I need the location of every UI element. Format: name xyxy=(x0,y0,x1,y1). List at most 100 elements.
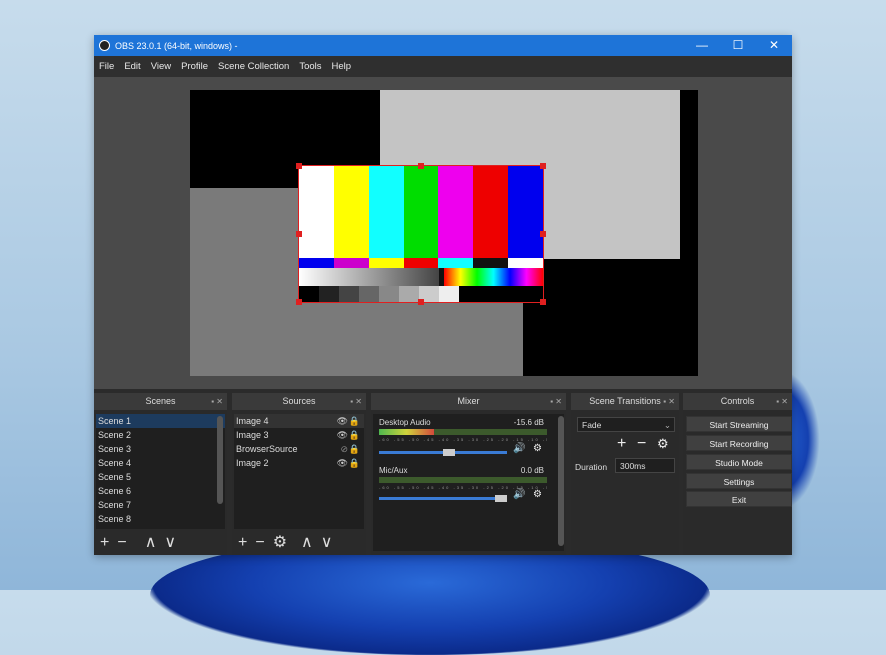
resize-handle[interactable] xyxy=(418,163,424,169)
mixer-title: Mixer xyxy=(457,396,480,406)
color-bars-source[interactable] xyxy=(296,163,546,305)
remove-source-icon[interactable]: − xyxy=(255,535,264,551)
scenes-toolbar: + − ∧ ∨ xyxy=(94,531,227,555)
move-up-icon[interactable]: ∧ xyxy=(301,535,313,551)
preview-canvas[interactable] xyxy=(190,90,698,376)
controls-title: Controls xyxy=(720,396,755,406)
lock-icon[interactable]: 🔒 xyxy=(349,442,360,456)
lock-icon[interactable]: 🔒 xyxy=(349,414,360,428)
meter-ticks: -60 -55 -50 -45 -40 -35 -30 -25 -20 -15 … xyxy=(379,437,547,442)
start-streaming-button[interactable]: Start Streaming xyxy=(686,416,792,432)
volume-knob[interactable] xyxy=(443,449,456,456)
source-settings-icon[interactable]: ⚙ xyxy=(273,535,287,551)
dock-float-close-icon[interactable]: ▪ ✕ xyxy=(550,393,562,410)
eye-icon[interactable]: 👁 xyxy=(337,456,348,470)
transition-select[interactable]: Fade ⌄ xyxy=(577,417,675,432)
source-item[interactable]: Image 2 👁 🔒 xyxy=(234,456,364,470)
duration-value: 300ms xyxy=(620,461,646,471)
scene-item[interactable]: Scene 2 xyxy=(96,428,225,442)
speaker-icon[interactable]: 🔊 xyxy=(513,489,525,500)
start-recording-button[interactable]: Start Recording xyxy=(686,435,792,451)
sources-list[interactable]: Image 4 👁 🔒 Image 3 👁 🔒 BrowserSource ⊘ … xyxy=(234,414,364,529)
scenes-scrollbar[interactable] xyxy=(217,416,223,504)
mixer-scrollbar[interactable] xyxy=(558,416,564,546)
scene-item[interactable]: Scene 4 xyxy=(96,456,225,470)
scene-item[interactable]: Scene 6 xyxy=(96,484,225,498)
mixer-dock: Mixer ▪ ✕ Desktop Audio -15.6 dB -60 -55… xyxy=(371,393,566,555)
scene-item[interactable]: Scene 8 xyxy=(96,512,225,526)
exit-button[interactable]: Exit xyxy=(686,491,792,507)
lock-icon[interactable]: 🔒 xyxy=(349,456,360,470)
source-item[interactable]: Image 4 👁 🔒 xyxy=(234,414,364,428)
maximize-button[interactable]: ☐ xyxy=(720,35,756,56)
gear-icon[interactable]: ⚙ xyxy=(657,436,669,452)
scene-item[interactable]: Scene 7 xyxy=(96,498,225,512)
eye-icon[interactable]: 👁 xyxy=(337,428,348,442)
add-transition-icon[interactable]: + xyxy=(617,435,626,453)
remove-scene-icon[interactable]: − xyxy=(117,535,126,551)
controls-header: Controls ▪ ✕ xyxy=(683,393,792,410)
resize-handle[interactable] xyxy=(296,231,302,237)
source-item[interactable]: Image 3 👁 🔒 xyxy=(234,428,364,442)
settings-button[interactable]: Settings xyxy=(686,473,792,489)
add-scene-icon[interactable]: + xyxy=(100,535,109,551)
controls-dock: Controls ▪ ✕ Start Streaming Start Recor… xyxy=(683,393,792,555)
sources-header: Sources ▪ ✕ xyxy=(232,393,366,410)
menu-tools[interactable]: Tools xyxy=(294,61,326,72)
volume-slider[interactable] xyxy=(379,495,507,502)
eye-icon[interactable]: 👁 xyxy=(337,414,348,428)
sources-title: Sources xyxy=(282,396,316,406)
mixer-body: Desktop Audio -15.6 dB -60 -55 -50 -45 -… xyxy=(373,414,564,551)
scenes-dock: Scenes ▪ ✕ Scene 1 Scene 2 Scene 3 Scene… xyxy=(94,393,227,555)
volume-knob[interactable] xyxy=(494,495,507,502)
gear-icon[interactable]: ⚙ xyxy=(533,489,542,500)
gear-icon[interactable]: ⚙ xyxy=(533,443,542,454)
transitions-dock: Scene Transitions ▪ ✕ Fade ⌄ + − ⚙ Durat… xyxy=(571,393,679,555)
move-down-icon[interactable]: ∨ xyxy=(164,535,176,551)
resize-handle[interactable] xyxy=(418,299,424,305)
minimize-button[interactable]: — xyxy=(684,35,720,56)
volume-slider[interactable] xyxy=(379,449,507,456)
scene-item[interactable]: Scene 5 xyxy=(96,470,225,484)
scene-item[interactable]: Scene 3 xyxy=(96,442,225,456)
menu-profile[interactable]: Profile xyxy=(176,61,213,72)
resize-handle[interactable] xyxy=(540,163,546,169)
audio-meter xyxy=(379,477,547,483)
scene-item[interactable]: Scene 1 xyxy=(96,414,225,428)
scenes-list[interactable]: Scene 1 Scene 2 Scene 3 Scene 4 Scene 5 … xyxy=(96,414,225,529)
menu-scene-collection[interactable]: Scene Collection xyxy=(213,61,294,72)
resize-handle[interactable] xyxy=(296,163,302,169)
dock-float-close-icon[interactable]: ▪ ✕ xyxy=(211,393,223,410)
resize-handle[interactable] xyxy=(540,231,546,237)
obs-logo-icon xyxy=(99,40,110,51)
mixer-header: Mixer ▪ ✕ xyxy=(371,393,566,410)
transitions-header: Scene Transitions ▪ ✕ xyxy=(571,393,679,410)
dock-area: Scenes ▪ ✕ Scene 1 Scene 2 Scene 3 Scene… xyxy=(94,393,792,555)
dock-float-close-icon[interactable]: ▪ ✕ xyxy=(663,393,675,410)
source-item[interactable]: BrowserSource ⊘ 🔒 xyxy=(234,442,364,456)
scenes-header: Scenes ▪ ✕ xyxy=(94,393,227,410)
source-name: Image 3 xyxy=(236,430,269,440)
resize-handle[interactable] xyxy=(296,299,302,305)
move-down-icon[interactable]: ∨ xyxy=(321,535,333,551)
duration-field[interactable]: 300ms xyxy=(615,458,675,473)
close-button[interactable]: ✕ xyxy=(756,35,792,56)
title-bar: OBS 23.0.1 (64-bit, windows) - — ☐ ✕ xyxy=(94,35,792,56)
preview-area[interactable] xyxy=(94,77,792,389)
dock-float-close-icon[interactable]: ▪ ✕ xyxy=(776,393,788,410)
studio-mode-button[interactable]: Studio Mode xyxy=(686,454,792,470)
lock-icon[interactable]: 🔒 xyxy=(349,428,360,442)
eye-hidden-icon[interactable]: ⊘ xyxy=(340,442,348,456)
dock-float-close-icon[interactable]: ▪ ✕ xyxy=(350,393,362,410)
audio-meter xyxy=(379,429,547,435)
resize-handle[interactable] xyxy=(540,299,546,305)
menu-help[interactable]: Help xyxy=(327,61,357,72)
menu-view[interactable]: View xyxy=(146,61,176,72)
speaker-icon[interactable]: 🔊 xyxy=(513,443,525,454)
menu-file[interactable]: File xyxy=(94,61,119,72)
source-name: Image 4 xyxy=(236,416,269,426)
add-source-icon[interactable]: + xyxy=(238,535,247,551)
move-up-icon[interactable]: ∧ xyxy=(145,535,157,551)
remove-transition-icon[interactable]: − xyxy=(637,435,646,453)
menu-edit[interactable]: Edit xyxy=(119,61,145,72)
